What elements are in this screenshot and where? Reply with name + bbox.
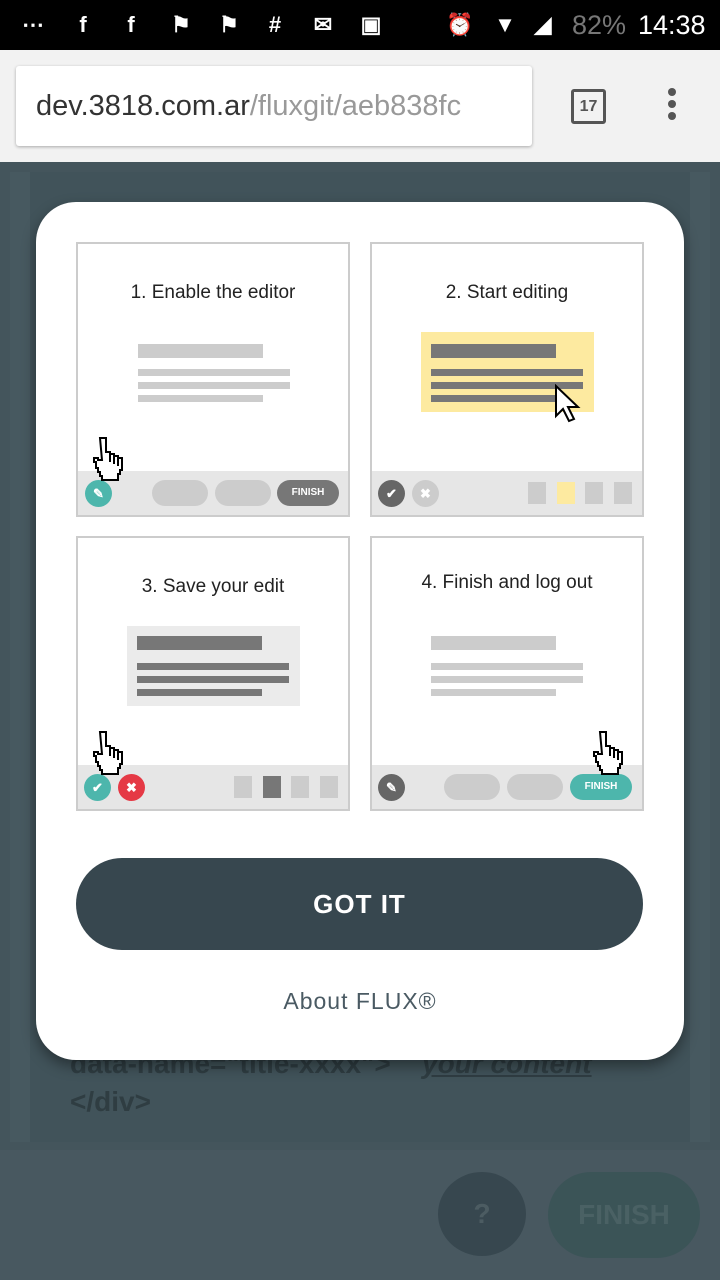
got-it-button[interactable]: GOT IT: [76, 858, 643, 950]
more-notifications-icon: ⋯: [22, 12, 44, 37]
signal-icon: ◢: [534, 12, 552, 37]
flag-icon: ⚑: [219, 12, 239, 37]
overflow-menu-icon[interactable]: [668, 88, 680, 124]
step-title: 2. Start editing: [445, 282, 569, 303]
about-flux-link[interactable]: About FLUX®: [36, 988, 684, 1015]
browser-toolbar: dev.3818.com.ar/fluxgit/aeb838fc 17: [0, 50, 720, 162]
wifi-icon: ▼: [494, 12, 516, 37]
finish-pill: FINISH: [277, 480, 339, 506]
editor-toolbar: ✔ ✖: [372, 471, 642, 515]
url-host: dev.3818.com.ar: [36, 90, 250, 122]
finish-button[interactable]: FINISH: [548, 1172, 700, 1258]
onboarding-modal: 1. Enable the editor ✎ FINISH 2. Start e…: [36, 202, 684, 1060]
status-bar: ⋯ f f ⚑ ⚑ # ✉ ▣ ⏰ ▼ ◢ 82% 14:38: [0, 0, 720, 50]
hand-cursor-icon: [588, 730, 628, 780]
slack-icon: #: [268, 12, 282, 37]
step-card-enable-editor: 1. Enable the editor ✎ FINISH: [76, 242, 350, 517]
step-title: 3. Save your edit: [141, 576, 285, 597]
check-icon: ✔: [378, 480, 405, 507]
step-card-start-editing: 2. Start editing ✔ ✖: [370, 242, 644, 517]
code-text: </div>: [70, 1086, 151, 1117]
hand-cursor-icon: [88, 436, 128, 486]
facebook-icon: f: [127, 12, 135, 37]
flux-bottom-bar: ? FINISH: [0, 1150, 720, 1280]
arrow-cursor-icon: [555, 384, 581, 423]
image-icon: ▣: [360, 12, 382, 37]
facebook-icon: f: [79, 12, 87, 37]
hand-cursor-icon: [88, 730, 128, 780]
tab-switcher-button[interactable]: 17: [571, 89, 606, 124]
address-bar[interactable]: dev.3818.com.ar/fluxgit/aeb838fc: [16, 66, 532, 146]
clock: 14:38: [638, 10, 706, 40]
step-title: 1. Enable the editor: [130, 282, 296, 303]
battery-level: 82%: [572, 10, 627, 40]
step-title: 4. Finish and log out: [421, 572, 593, 593]
alarm-icon: ⏰: [446, 12, 474, 37]
close-icon: ✖: [412, 480, 439, 507]
flag-icon: ⚑: [171, 12, 191, 37]
step-card-save-edit: 3. Save your edit ✔ ✖: [76, 536, 350, 811]
pencil-icon: ✎: [378, 774, 405, 801]
url-path: /fluxgit/aeb838fc: [249, 90, 462, 122]
step-card-finish-logout: 4. Finish and log out ✎ FINISH: [370, 536, 644, 811]
inbox-icon: ✉: [313, 12, 333, 37]
help-button[interactable]: ?: [438, 1172, 526, 1256]
